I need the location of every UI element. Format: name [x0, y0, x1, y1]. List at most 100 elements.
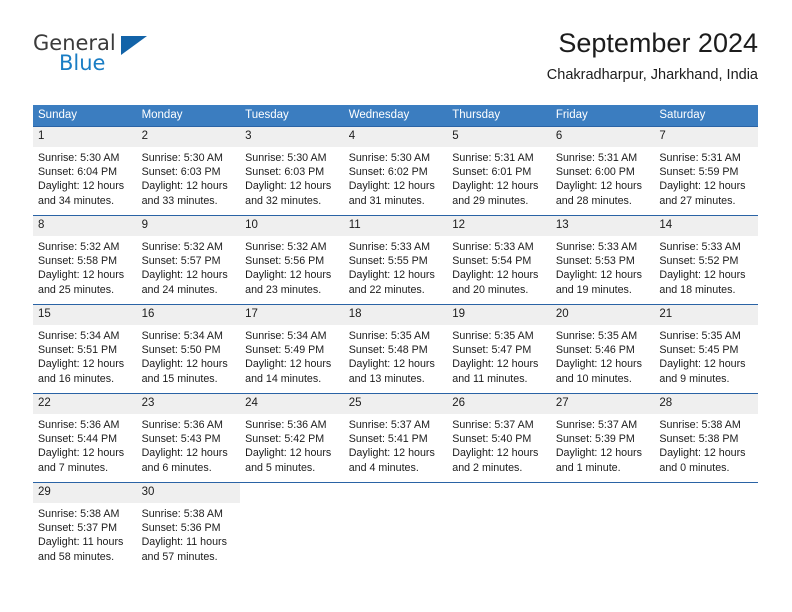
- sunrise-text: Sunrise: 5:32 AM: [245, 241, 327, 253]
- day-number: 19: [447, 305, 551, 325]
- weekday-header-saturday: Saturday: [654, 105, 758, 127]
- calendar-day-cell[interactable]: 1 Sunrise: 5:30 AM Sunset: 6:04 PM Daylight…: [33, 126, 137, 216]
- day-details: Sunrise: 5:32 AM Sunset: 5:57 PM Daylight:…: [137, 236, 241, 297]
- calendar-day-cell[interactable]: 27 Sunrise: 5:37 AM Sunset: 5:39 PM Dayligh…: [550, 393, 655, 483]
- day-number: 7: [654, 127, 758, 147]
- daylight-text: Daylight: 12 hours and 10 minutes.: [555, 358, 642, 385]
- calendar-day-cell[interactable]: 9 Sunrise: 5:32 AM Sunset: 5:57 PM Daylight…: [136, 215, 241, 305]
- sunrise-text: Sunrise: 5:38 AM: [38, 508, 120, 520]
- sunset-text: Sunset: 6:01 PM: [452, 166, 532, 179]
- calendar-week-row: 15 Sunrise: 5:34 AM Sunset: 5:51 PM Dayligh…: [33, 304, 758, 394]
- day-number: [343, 483, 448, 503]
- calendar-day-cell[interactable]: 29 Sunrise: 5:38 AM Sunset: 5:37 PM Dayligh…: [33, 482, 137, 571]
- sunset-text: Sunset: 5:50 PM: [141, 344, 221, 357]
- sunset-text: Sunset: 5:36 PM: [141, 522, 221, 535]
- calendar-day-cell[interactable]: 14 Sunrise: 5:33 AM Sunset: 5:52 PM Dayligh…: [654, 215, 758, 305]
- sunrise-text: Sunrise: 5:35 AM: [452, 330, 534, 342]
- day-number: 26: [447, 394, 551, 414]
- day-details: Sunrise: 5:31 AM Sunset: 6:00 PM Daylight:…: [551, 147, 655, 208]
- calendar-day-cell[interactable]: 3 Sunrise: 5:30 AM Sunset: 6:03 PM Daylight…: [240, 126, 344, 216]
- day-number: 20: [550, 305, 655, 325]
- sunset-text: Sunset: 5:52 PM: [659, 255, 739, 268]
- calendar-day-cell[interactable]: 28 Sunrise: 5:38 AM Sunset: 5:38 PM Dayligh…: [654, 393, 758, 483]
- day-details: Sunrise: 5:33 AM Sunset: 5:55 PM Daylight:…: [344, 236, 448, 297]
- brand-triangle-icon: [121, 36, 147, 55]
- calendar-day-cell[interactable]: 19 Sunrise: 5:35 AM Sunset: 5:47 PM Dayligh…: [447, 304, 551, 394]
- calendar-day-cell[interactable]: 5 Sunrise: 5:31 AM Sunset: 6:01 PM Daylight…: [447, 126, 551, 216]
- sunset-text: Sunset: 5:38 PM: [659, 433, 739, 446]
- day-details: Sunrise: 5:31 AM Sunset: 5:59 PM Daylight:…: [654, 147, 758, 208]
- sunrise-text: Sunrise: 5:37 AM: [348, 419, 431, 431]
- weekday-header-wednesday: Wednesday: [343, 105, 448, 127]
- calendar-day-cell-empty: [550, 482, 655, 571]
- sunrise-text: Sunrise: 5:38 AM: [141, 508, 223, 520]
- sunrise-text: Sunrise: 5:35 AM: [555, 330, 638, 342]
- day-details: Sunrise: 5:34 AM Sunset: 5:50 PM Daylight:…: [137, 325, 241, 386]
- calendar-day-cell[interactable]: 23 Sunrise: 5:36 AM Sunset: 5:43 PM Dayligh…: [136, 393, 241, 483]
- calendar-day-cell[interactable]: 16 Sunrise: 5:34 AM Sunset: 5:50 PM Dayligh…: [136, 304, 241, 394]
- sunset-text: Sunset: 5:59 PM: [659, 166, 739, 179]
- day-number: 12: [447, 216, 551, 236]
- sunrise-text: Sunrise: 5:31 AM: [659, 152, 741, 164]
- sunset-text: Sunset: 5:37 PM: [38, 522, 118, 535]
- sunrise-text: Sunrise: 5:30 AM: [348, 152, 431, 164]
- day-details: Sunrise: 5:32 AM Sunset: 5:56 PM Daylight:…: [240, 236, 344, 297]
- calendar-day-cell[interactable]: 30 Sunrise: 5:38 AM Sunset: 5:36 PM Dayligh…: [136, 482, 241, 571]
- calendar-day-cell[interactable]: 11 Sunrise: 5:33 AM Sunset: 5:55 PM Dayligh…: [343, 215, 448, 305]
- sunset-text: Sunset: 5:54 PM: [452, 255, 532, 268]
- brand-logo[interactable]: General Blue: [33, 32, 153, 84]
- day-number: 30: [136, 483, 241, 503]
- day-number: 27: [550, 394, 655, 414]
- sunset-text: Sunset: 5:48 PM: [348, 344, 428, 357]
- sunset-text: Sunset: 5:42 PM: [245, 433, 325, 446]
- sunrise-text: Sunrise: 5:36 AM: [245, 419, 327, 431]
- calendar-day-cell[interactable]: 8 Sunrise: 5:32 AM Sunset: 5:58 PM Daylight…: [33, 215, 137, 305]
- calendar-day-cell[interactable]: 17 Sunrise: 5:34 AM Sunset: 5:49 PM Dayligh…: [240, 304, 344, 394]
- calendar-day-cell[interactable]: 22 Sunrise: 5:36 AM Sunset: 5:44 PM Dayligh…: [33, 393, 137, 483]
- calendar-day-cell[interactable]: 10 Sunrise: 5:32 AM Sunset: 5:56 PM Dayligh…: [240, 215, 344, 305]
- day-details: Sunrise: 5:33 AM Sunset: 5:54 PM Daylight:…: [447, 236, 551, 297]
- calendar-day-cell[interactable]: 25 Sunrise: 5:37 AM Sunset: 5:41 PM Dayligh…: [343, 393, 448, 483]
- daylight-text: Daylight: 12 hours and 31 minutes.: [348, 180, 435, 207]
- calendar-day-cell[interactable]: 15 Sunrise: 5:34 AM Sunset: 5:51 PM Dayligh…: [33, 304, 137, 394]
- sunset-text: Sunset: 5:43 PM: [141, 433, 221, 446]
- calendar-day-cell[interactable]: 24 Sunrise: 5:36 AM Sunset: 5:42 PM Dayligh…: [240, 393, 344, 483]
- day-number: 24: [240, 394, 344, 414]
- calendar-day-cell[interactable]: 6 Sunrise: 5:31 AM Sunset: 6:00 PM Daylight…: [550, 126, 655, 216]
- day-number: 18: [343, 305, 448, 325]
- sunrise-text: Sunrise: 5:30 AM: [38, 152, 120, 164]
- sunset-text: Sunset: 5:46 PM: [555, 344, 635, 357]
- calendar-week-row: 22 Sunrise: 5:36 AM Sunset: 5:44 PM Dayligh…: [33, 393, 758, 483]
- day-details: Sunrise: 5:30 AM Sunset: 6:04 PM Daylight:…: [33, 147, 137, 208]
- calendar-body: 1 Sunrise: 5:30 AM Sunset: 6:04 PM Daylight…: [33, 126, 758, 571]
- calendar-day-cell[interactable]: 7 Sunrise: 5:31 AM Sunset: 5:59 PM Daylight…: [654, 126, 758, 216]
- day-details: Sunrise: 5:36 AM Sunset: 5:43 PM Daylight:…: [137, 414, 241, 475]
- sunset-text: Sunset: 5:56 PM: [245, 255, 325, 268]
- calendar-day-cell[interactable]: 20 Sunrise: 5:35 AM Sunset: 5:46 PM Dayligh…: [550, 304, 655, 394]
- calendar-day-cell-empty: [654, 482, 758, 571]
- calendar-page: General Blue September 2024 Chakradharpu…: [0, 0, 792, 612]
- calendar-day-cell[interactable]: 12 Sunrise: 5:33 AM Sunset: 5:54 PM Dayligh…: [447, 215, 551, 305]
- calendar-day-cell[interactable]: 26 Sunrise: 5:37 AM Sunset: 5:40 PM Dayligh…: [447, 393, 551, 483]
- day-number: [654, 483, 758, 503]
- day-details: Sunrise: 5:35 AM Sunset: 5:47 PM Daylight:…: [447, 325, 551, 386]
- page-title: September 2024: [558, 28, 758, 58]
- daylight-text: Daylight: 12 hours and 22 minutes.: [348, 269, 435, 296]
- day-details: Sunrise: 5:37 AM Sunset: 5:39 PM Daylight:…: [551, 414, 655, 475]
- calendar-day-cell[interactable]: 4 Sunrise: 5:30 AM Sunset: 6:02 PM Daylight…: [343, 126, 448, 216]
- daylight-text: Daylight: 12 hours and 2 minutes.: [452, 447, 539, 474]
- day-number: 13: [550, 216, 655, 236]
- daylight-text: Daylight: 12 hours and 9 minutes.: [659, 358, 746, 385]
- calendar-day-cell[interactable]: 2 Sunrise: 5:30 AM Sunset: 6:03 PM Daylight…: [136, 126, 241, 216]
- day-details: Sunrise: 5:35 AM Sunset: 5:45 PM Daylight:…: [654, 325, 758, 386]
- day-number: 21: [654, 305, 758, 325]
- day-number: 2: [136, 127, 241, 147]
- calendar-day-cell[interactable]: 18 Sunrise: 5:35 AM Sunset: 5:48 PM Dayligh…: [343, 304, 448, 394]
- weekday-header-monday: Monday: [136, 105, 241, 127]
- day-details: Sunrise: 5:38 AM Sunset: 5:38 PM Daylight:…: [654, 414, 758, 475]
- day-details: Sunrise: 5:30 AM Sunset: 6:03 PM Daylight:…: [240, 147, 344, 208]
- sunset-text: Sunset: 5:45 PM: [659, 344, 739, 357]
- calendar-day-cell[interactable]: 21 Sunrise: 5:35 AM Sunset: 5:45 PM Dayligh…: [654, 304, 758, 394]
- calendar-day-cell[interactable]: 13 Sunrise: 5:33 AM Sunset: 5:53 PM Dayligh…: [550, 215, 655, 305]
- day-details: Sunrise: 5:31 AM Sunset: 6:01 PM Daylight:…: [447, 147, 551, 208]
